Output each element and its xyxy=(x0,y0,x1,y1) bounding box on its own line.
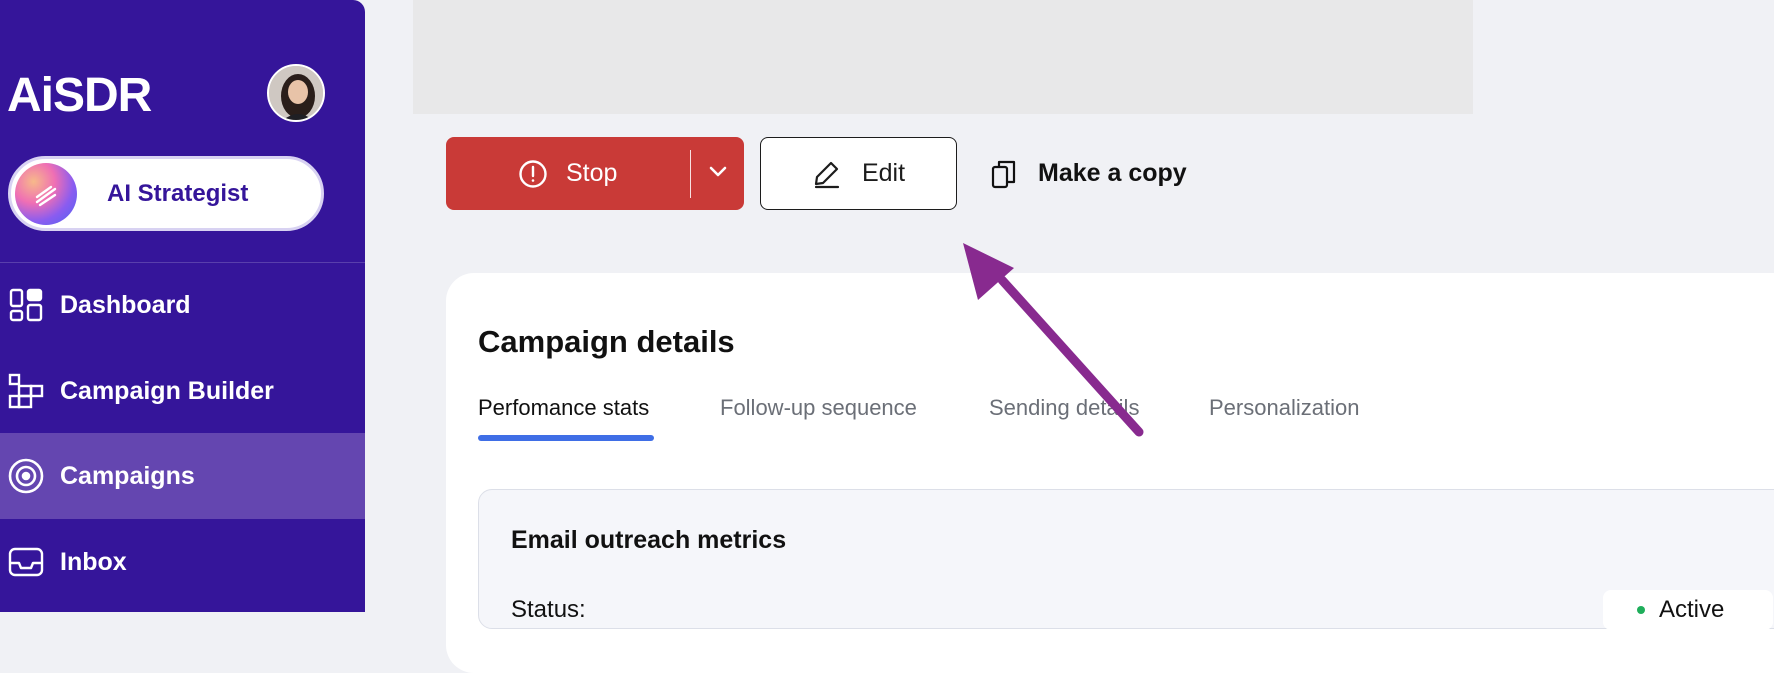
stop-icon xyxy=(518,159,548,189)
sidebar-item-label: Dashboard xyxy=(60,290,191,319)
chevron-down-icon xyxy=(708,165,728,183)
status-badge: Active xyxy=(1603,590,1773,630)
sidebar-item-label: Inbox xyxy=(60,547,127,576)
status-label: Status: xyxy=(511,596,586,623)
card-title: Campaign details xyxy=(478,324,735,359)
ai-strategist-button[interactable]: AI Strategist xyxy=(8,156,324,231)
inbox-icon xyxy=(6,542,46,582)
top-placeholder xyxy=(413,0,1473,114)
make-copy-label: Make a copy xyxy=(1038,159,1187,187)
status-dot-icon xyxy=(1637,606,1645,614)
tab-performance-stats[interactable]: Perfomance stats xyxy=(478,395,649,421)
sidebar-item-dashboard[interactable]: Dashboard xyxy=(0,262,365,348)
active-tab-indicator xyxy=(478,435,654,441)
edit-button[interactable]: Edit xyxy=(760,137,957,210)
status-value: Active xyxy=(1659,596,1725,623)
avatar[interactable] xyxy=(267,64,325,122)
stop-label: Stop xyxy=(566,159,618,187)
sidebar-item-label: Campaigns xyxy=(60,461,195,490)
ai-strategist-label: AI Strategist xyxy=(107,179,249,207)
tab-sending-details[interactable]: Sending details xyxy=(989,395,1139,421)
pencil-icon xyxy=(812,159,842,189)
app-logo[interactable]: AiSDR xyxy=(7,68,152,123)
tab-follow-up-sequence[interactable]: Follow-up sequence xyxy=(720,395,917,421)
ai-strategist-icon xyxy=(15,162,77,225)
sidebar: AiSDR AI Strategist Dashboard Campaign B… xyxy=(0,0,365,612)
email-outreach-metrics-panel xyxy=(478,489,1774,629)
sidebar-item-inbox[interactable]: Inbox xyxy=(0,519,365,605)
campaign-builder-icon xyxy=(6,371,46,411)
edit-label: Edit xyxy=(861,159,906,187)
tab-personalization[interactable]: Personalization xyxy=(1209,395,1359,421)
copy-icon xyxy=(990,158,1018,190)
sidebar-item-campaigns[interactable]: Campaigns xyxy=(0,433,365,519)
dashboard-icon xyxy=(6,285,46,325)
sidebar-item-campaign-builder[interactable]: Campaign Builder xyxy=(0,348,365,434)
stop-button[interactable]: Stop xyxy=(446,137,690,210)
stop-button-group: Stop xyxy=(446,137,744,210)
metrics-title: Email outreach metrics xyxy=(511,526,787,554)
stop-dropdown-button[interactable] xyxy=(691,165,744,183)
make-copy-button[interactable]: Make a copy xyxy=(990,137,1187,210)
sidebar-item-label: Campaign Builder xyxy=(60,376,274,405)
target-icon xyxy=(6,456,46,496)
